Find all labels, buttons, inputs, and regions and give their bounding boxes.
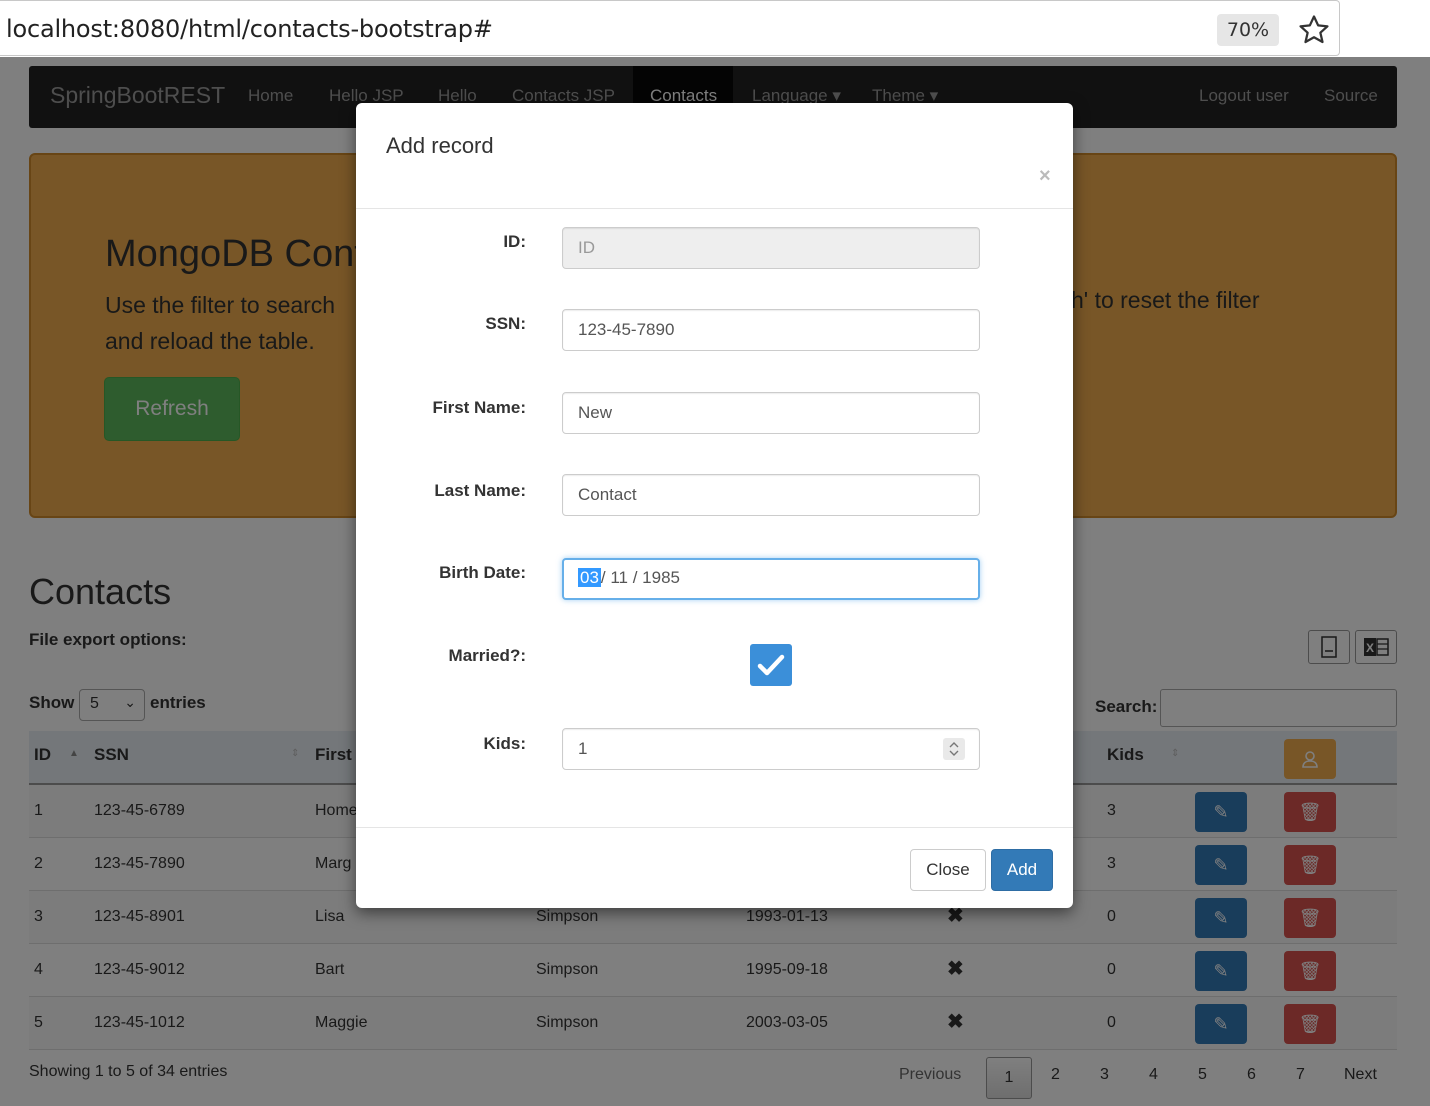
zoom-indicator[interactable]: 70%	[1217, 14, 1279, 46]
kids-label: Kids:	[483, 734, 527, 753]
birth-date-label: Birth Date:	[439, 563, 526, 582]
modal-title: Add record	[386, 133, 494, 158]
modal-footer: Close Add	[356, 827, 1073, 908]
married-checkbox[interactable]	[750, 644, 792, 686]
id-field: ID	[562, 227, 980, 269]
birth-month-segment[interactable]: 03	[578, 568, 601, 587]
first-name-field[interactable]: New	[562, 392, 980, 434]
kids-field[interactable]: 1	[562, 728, 980, 770]
browser-url-bar[interactable]: localhost:8080/html/contacts-bootstrap# …	[0, 0, 1340, 56]
first-name-label: First Name:	[432, 398, 526, 417]
bookmark-star-icon[interactable]	[1297, 13, 1331, 47]
last-name-label: Last Name:	[434, 481, 526, 500]
last-name-field[interactable]: Contact	[562, 474, 980, 516]
ssn-field[interactable]: 123-45-7890	[562, 309, 980, 351]
number-spinner-icon[interactable]	[943, 738, 965, 760]
id-label: ID:	[503, 232, 526, 251]
married-label: Married?:	[448, 646, 526, 665]
add-record-modal: Add record × ID: ID SSN: 123-45-7890 Fir…	[356, 103, 1073, 908]
birth-date-field[interactable]: 03/ 11 / 1985	[562, 558, 980, 600]
url-text[interactable]: localhost:8080/html/contacts-bootstrap#	[6, 15, 493, 43]
add-button[interactable]: Add	[991, 849, 1053, 891]
kids-value: 1	[578, 739, 588, 758]
ssn-label: SSN:	[485, 314, 526, 333]
modal-header: Add record ×	[356, 103, 1073, 209]
checkmark-icon	[757, 654, 785, 676]
close-button[interactable]: Close	[910, 849, 986, 891]
close-icon[interactable]: ×	[1039, 165, 1051, 188]
birth-day-year[interactable]: / 11 / 1985	[601, 568, 680, 587]
